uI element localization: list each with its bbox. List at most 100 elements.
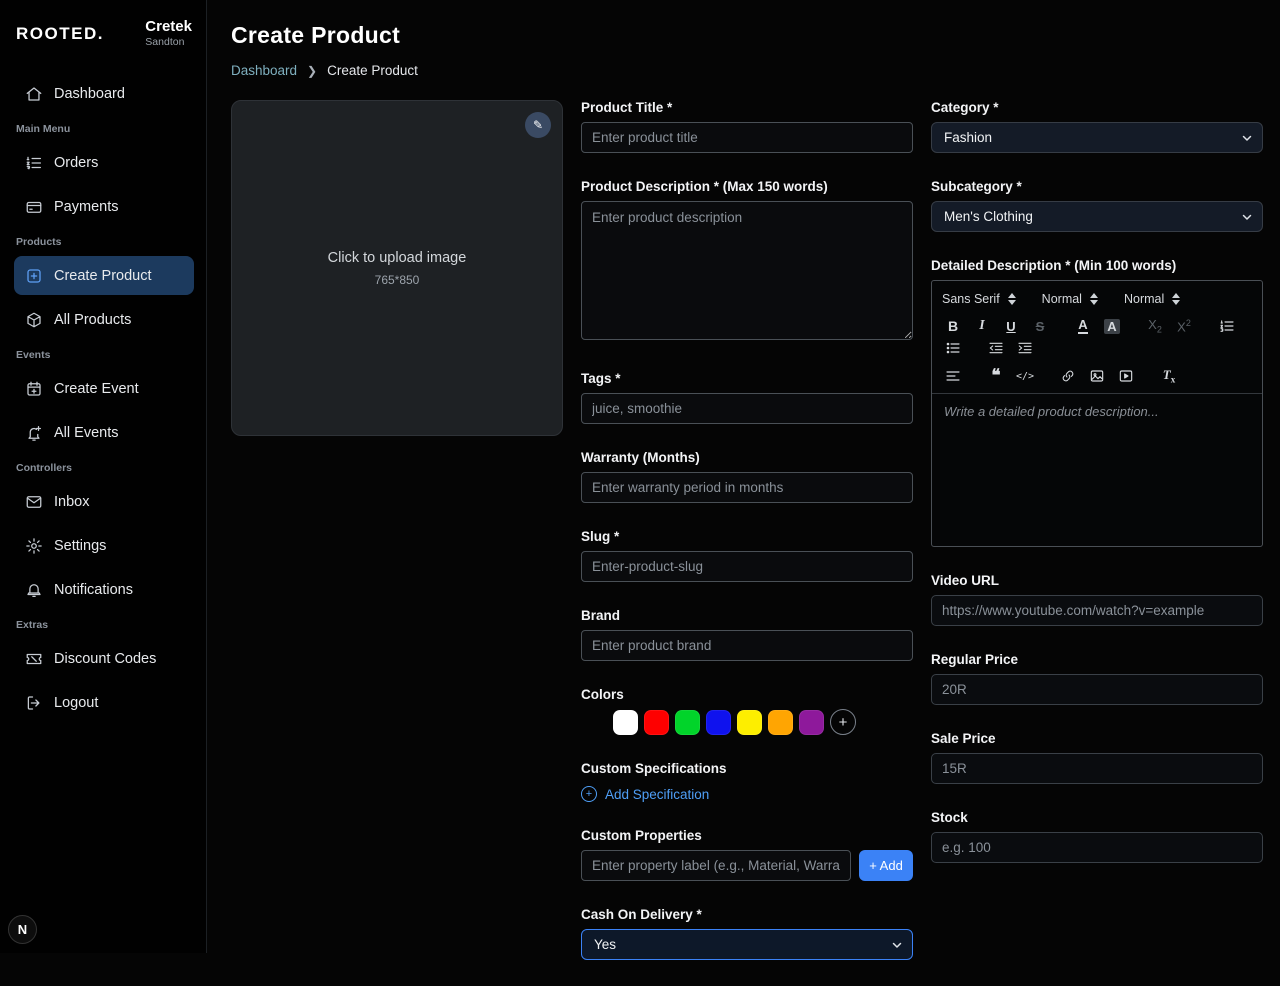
sidebar-item-orders[interactable]: Orders	[14, 143, 194, 182]
tags-input[interactable]	[581, 393, 913, 424]
cash-on-delivery-value: Yes	[594, 937, 616, 952]
image-icon	[1089, 368, 1105, 384]
breadcrumb-dashboard-link[interactable]: Dashboard	[231, 63, 297, 78]
link-icon	[1060, 368, 1076, 384]
sidebar-item-label: Discount Codes	[54, 651, 156, 667]
sidebar-item-label: All Products	[54, 312, 131, 328]
image-upload-area[interactable]: ✎ Click to upload image 765*850	[231, 100, 563, 436]
color-swatch-yellow[interactable]	[737, 710, 762, 735]
color-swatch-orange[interactable]	[768, 710, 793, 735]
regular-price-input[interactable]	[931, 674, 1263, 705]
ticket-icon	[24, 649, 43, 668]
subscript-button[interactable]: X2	[1144, 315, 1166, 337]
custom-specifications-label: Custom Specifications	[581, 761, 913, 776]
color-swatch-blue[interactable]	[706, 710, 731, 735]
header-picker[interactable]: Normal	[1124, 289, 1180, 309]
sale-price-input[interactable]	[931, 753, 1263, 784]
image-button[interactable]	[1086, 365, 1108, 387]
italic-button[interactable]: I	[971, 315, 993, 337]
outdent-button[interactable]	[985, 337, 1007, 359]
bullet-list-button[interactable]	[942, 337, 964, 359]
strikethrough-button[interactable]: S	[1029, 315, 1051, 337]
background-color-button[interactable]: A	[1101, 315, 1123, 337]
bell-plus-icon	[24, 423, 43, 442]
underline-button[interactable]: U	[1000, 315, 1022, 337]
brand-input[interactable]	[581, 630, 913, 661]
color-swatches: +	[581, 709, 913, 735]
sidebar-item-all-events[interactable]: All Events	[14, 413, 194, 452]
video-url-label: Video URL	[931, 573, 1263, 588]
product-description-textarea[interactable]	[581, 201, 913, 340]
chevron-down-icon	[891, 939, 903, 951]
sidebar-item-all-products[interactable]: All Products	[14, 300, 194, 339]
nextjs-dev-badge[interactable]: N	[8, 915, 37, 944]
editor-content-area[interactable]: Write a detailed product description...	[932, 394, 1262, 546]
warranty-input[interactable]	[581, 472, 913, 503]
video-url-input[interactable]	[931, 595, 1263, 626]
sidebar: ROOTED. Cretek Sandton Dashboard Main Me…	[0, 0, 207, 953]
plus-icon: +	[839, 714, 848, 731]
ordered-list-icon	[1219, 318, 1235, 334]
code-block-button[interactable]: </>	[1014, 365, 1036, 387]
colors-label: Colors	[581, 687, 913, 702]
sidebar-item-dashboard[interactable]: Dashboard	[14, 74, 194, 113]
category-select[interactable]: Fashion	[931, 122, 1263, 153]
strikethrough-icon: S	[1036, 319, 1045, 334]
color-swatch-purple[interactable]	[799, 710, 824, 735]
slug-input[interactable]	[581, 551, 913, 582]
color-swatch-white[interactable]	[613, 710, 638, 735]
indent-button[interactable]	[1014, 337, 1036, 359]
align-left-icon	[945, 368, 961, 384]
bullet-list-icon	[945, 340, 961, 356]
section-title-main-menu: Main Menu	[16, 123, 192, 135]
sidebar-item-label: Dashboard	[54, 86, 125, 102]
video-button[interactable]	[1115, 365, 1137, 387]
blockquote-button[interactable]: ❝	[985, 365, 1007, 387]
custom-properties-row: + Add	[581, 850, 913, 881]
clean-format-button[interactable]: Tx	[1158, 365, 1180, 387]
sidebar-item-label: Orders	[54, 155, 98, 171]
ordered-list-button[interactable]	[1216, 315, 1238, 337]
stock-label: Stock	[931, 810, 1263, 825]
product-title-label: Product Title *	[581, 100, 913, 115]
add-property-button[interactable]: + Add	[859, 850, 913, 881]
size-picker-value: Normal	[1042, 292, 1082, 306]
subcategory-select[interactable]: Men's Clothing	[931, 201, 1263, 232]
sidebar-item-notifications[interactable]: Notifications	[14, 570, 194, 609]
sidebar-item-inbox[interactable]: Inbox	[14, 482, 194, 521]
align-button[interactable]	[942, 365, 964, 387]
envelope-icon	[24, 492, 43, 511]
link-button[interactable]	[1057, 365, 1079, 387]
brand-label: Brand	[581, 608, 913, 623]
product-title-input[interactable]	[581, 122, 913, 153]
custom-property-input[interactable]	[581, 850, 851, 881]
bold-button[interactable]: B	[942, 315, 964, 337]
cash-on-delivery-select[interactable]: Yes	[581, 929, 913, 960]
sidebar-item-create-event[interactable]: Create Event	[14, 369, 194, 408]
chevron-right-icon: ❯	[307, 64, 317, 78]
sidebar-item-logout[interactable]: Logout	[14, 683, 194, 722]
stock-input[interactable]	[931, 832, 1263, 863]
add-specification-link[interactable]: + Add Specification	[581, 786, 913, 802]
upload-column: ✎ Click to upload image 765*850	[231, 100, 563, 986]
editor-toolbar: Sans Serif Normal Normal	[932, 281, 1262, 394]
sidebar-header: ROOTED. Cretek Sandton	[14, 16, 194, 48]
brand-logo: ROOTED.	[16, 18, 104, 44]
superscript-button[interactable]: X2	[1173, 315, 1195, 337]
color-swatch-green[interactable]	[675, 710, 700, 735]
edit-image-button[interactable]: ✎	[525, 112, 551, 138]
box-icon	[24, 310, 43, 329]
font-picker[interactable]: Sans Serif	[942, 289, 1016, 309]
sidebar-item-settings[interactable]: Settings	[14, 526, 194, 565]
sidebar-item-create-product[interactable]: Create Product	[14, 256, 194, 295]
section-title-products: Products	[16, 236, 192, 248]
user-info[interactable]: Cretek Sandton	[145, 18, 192, 48]
sidebar-item-payments[interactable]: Payments	[14, 187, 194, 226]
sidebar-item-discount-codes[interactable]: Discount Codes	[14, 639, 194, 678]
color-swatch-red[interactable]	[644, 710, 669, 735]
regular-price-label: Regular Price	[931, 652, 1263, 667]
category-label: Category *	[931, 100, 1263, 115]
add-color-button[interactable]: +	[830, 709, 856, 735]
size-picker[interactable]: Normal	[1042, 289, 1098, 309]
text-color-button[interactable]: A	[1072, 315, 1094, 337]
